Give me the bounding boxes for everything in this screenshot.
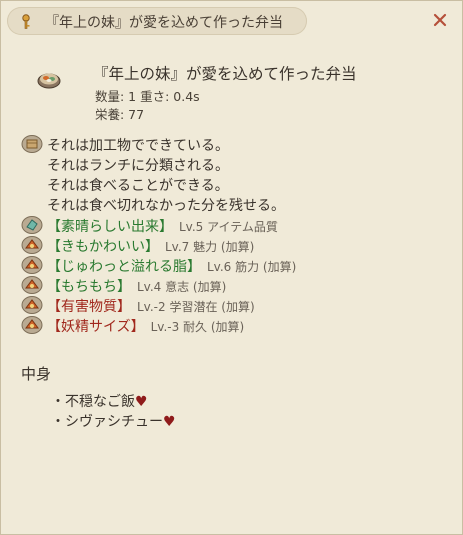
heart-icon: ♥ <box>135 394 148 410</box>
window-title: 『年上の妹』が愛を込めて作った弁当 <box>45 15 283 31</box>
trait-row: 【素晴らしい出来】 Lv.5 アイテム品質 <box>21 215 441 235</box>
content-item-name: 不穏なご飯 <box>65 394 135 410</box>
food-icon <box>21 256 43 274</box>
trait-name: 【有害物質】 <box>47 299 131 315</box>
trait-detail: Lv.4 意志 (加算) <box>137 280 227 294</box>
trait-detail: Lv.7 魅力 (加算) <box>165 240 255 254</box>
item-info-window: 『年上の妹』が愛を込めて作った弁当 『年上の妹』が愛を込めて作った弁当 数量: … <box>0 0 463 535</box>
trait-name: 【妖精サイズ】 <box>47 319 145 335</box>
description-text: それはランチに分類される。 <box>47 158 229 174</box>
trait-detail: Lv.-3 耐久 (加算) <box>150 320 245 334</box>
trait-name: 【じゅわっと溢れる脂】 <box>47 259 201 275</box>
gem-icon <box>21 216 43 234</box>
description-text: それは食べることができる。 <box>47 178 229 194</box>
content-bullet: ・ <box>51 394 65 410</box>
quantity-weight-line: 数量: 1 重さ: 0.4s <box>95 89 200 104</box>
trait-name: 【素晴らしい出来】 <box>47 219 173 235</box>
title-bar: 『年上の妹』が愛を込めて作った弁当 <box>7 7 307 35</box>
food-icon <box>21 276 43 294</box>
material-icon <box>21 135 43 153</box>
heart-icon: ♥ <box>163 414 176 430</box>
content-item: ・不穏なご飯♥ <box>51 391 148 411</box>
trait-row: 【有害物質】 Lv.-2 学習潜在 (加算) <box>21 295 441 315</box>
trait-detail: Lv.6 筋力 (加算) <box>207 260 297 274</box>
trait-name: 【きもかわいい】 <box>47 239 159 255</box>
content-item: ・シヴァシチュー♥ <box>51 411 176 431</box>
bento-icon <box>37 73 61 89</box>
trait-detail: Lv.5 アイテム品質 <box>179 220 278 234</box>
contents-heading: 中身 <box>21 365 52 383</box>
trait-detail: Lv.-2 学習潜在 (加算) <box>137 300 255 314</box>
content-item-name: シヴァシチュー <box>65 414 163 430</box>
trait-name: 【もちもち】 <box>47 279 131 295</box>
item-name: 『年上の妹』が愛を込めて作った弁当 <box>93 65 357 83</box>
description-text: それは加工物でできている。 <box>47 138 229 154</box>
food-icon <box>21 296 43 314</box>
content-bullet: ・ <box>51 414 65 430</box>
trait-row: 【もちもち】 Lv.4 意志 (加算) <box>21 275 441 295</box>
trait-row: 【じゅわっと溢れる脂】 Lv.6 筋力 (加算) <box>21 255 441 275</box>
food-icon <box>21 316 43 334</box>
trait-row: 【きもかわいい】 Lv.7 魅力 (加算) <box>21 235 441 255</box>
food-icon <box>21 236 43 254</box>
key-icon <box>22 14 30 29</box>
nutrition-line: 栄養: 77 <box>95 107 145 122</box>
description-row: それは加工物でできている。 <box>21 134 321 154</box>
close-button[interactable] <box>432 12 448 28</box>
description-text: それは食べ切れなかった分を残せる。 <box>47 198 285 214</box>
trait-row: 【妖精サイズ】 Lv.-3 耐久 (加算) <box>21 315 441 335</box>
